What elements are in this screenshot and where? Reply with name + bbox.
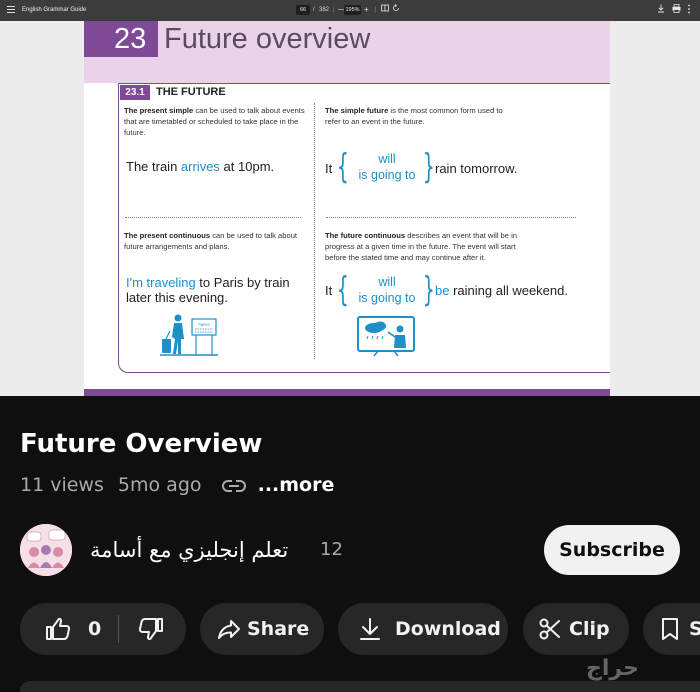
dislike-button[interactable] (120, 603, 186, 655)
rotate-icon[interactable] (392, 4, 400, 16)
row-divider-right (326, 217, 576, 218)
save-button[interactable]: S (643, 603, 700, 655)
right-brace: } (422, 147, 435, 187)
right-brace: } (422, 270, 435, 310)
section-title: THE FUTURE (156, 86, 226, 98)
chapter-number: 23 (114, 23, 147, 55)
simple-future-description: The simple future is the most common for… (325, 106, 503, 126)
simple-future-subject: It (325, 161, 333, 176)
next-page-edge (84, 389, 610, 396)
link-icon (221, 480, 246, 492)
print-icon[interactable] (672, 4, 681, 17)
present-simple-example: The train arrives at 10pm. (126, 159, 275, 174)
video-player[interactable]: English Grammar Guide 66 / 382 | — 195% … (0, 0, 700, 396)
pdf-toolbar: English Grammar Guide 66 / 382 | — 195% … (0, 0, 700, 21)
video-title: Future Overview (20, 429, 263, 459)
next-section-edge (20, 681, 700, 692)
zoom-in-button[interactable]: + (364, 4, 369, 16)
bookmark-icon (662, 618, 678, 640)
share-icon (218, 620, 240, 639)
present-simple-description: The present simple can be used to talk a… (124, 106, 305, 137)
youtube-watch-screen: English Grammar Guide 66 / 382 | — 195% … (0, 0, 700, 692)
toolbar-separator: | (375, 7, 377, 13)
future-continuous-option-1: will (378, 275, 396, 289)
channel-avatar[interactable] (20, 524, 72, 576)
download-pdf-icon[interactable] (657, 4, 665, 17)
save-label: S (689, 618, 700, 640)
page-number-input[interactable]: 66 (296, 5, 310, 15)
future-continuous-option-2: is going to (358, 291, 416, 305)
chapter-title: Future overview (164, 23, 371, 55)
more-description-button[interactable]: ...more (258, 474, 335, 496)
zoom-level-input[interactable]: 195% (344, 5, 361, 15)
fit-page-icon[interactable] (381, 4, 389, 16)
section-number: 23.1 (120, 85, 150, 100)
weather-forecast-illustration (357, 316, 415, 357)
subscribe-button[interactable]: Subscribe (544, 525, 680, 575)
like-button[interactable]: 0 (20, 603, 118, 655)
menu-icon[interactable] (7, 6, 15, 14)
upload-age: 5mo ago (117, 474, 202, 496)
toolbar-separator: | (333, 7, 335, 13)
like-divider (118, 615, 119, 643)
future-continuous-description: The future continuous describes an event… (325, 231, 518, 262)
download-label: Download (395, 618, 501, 640)
column-divider (314, 103, 315, 359)
simple-future-option-2: is going to (358, 168, 416, 182)
watermark: حراج (586, 656, 640, 681)
simple-future-option-1: will (378, 152, 396, 166)
traveler-illustration: PARIS (160, 314, 218, 356)
avatar-illustration (20, 524, 72, 576)
view-count: 11 views (20, 474, 104, 496)
clip-label: Clip (569, 618, 610, 640)
future-continuous-rest: be raining all weekend. (435, 283, 568, 298)
download-icon (360, 618, 380, 640)
share-label: Share (247, 618, 310, 640)
row-divider-left (125, 217, 301, 218)
present-continuous-description: The present continuous can be used to ta… (124, 231, 298, 251)
like-count: 0 (88, 618, 102, 640)
present-continuous-example: I'm traveling to Paris by train later th… (126, 275, 290, 305)
channel-name[interactable]: تعلم إنجليزي مع أسامة (90, 536, 288, 564)
scissors-icon (539, 618, 560, 640)
book-page: 23 Future overview 23.1 THE FUTURE The p… (84, 21, 610, 396)
channel-row: تعلم إنجليزي مع أسامة 12 Subscribe (0, 518, 700, 580)
future-continuous-subject: It (325, 283, 333, 298)
clip-button[interactable]: Clip (523, 603, 629, 655)
thumbs-up-icon (46, 617, 71, 640)
more-options-icon[interactable] (687, 4, 691, 18)
pdf-document-title: English Grammar Guide (22, 7, 87, 13)
page-total: 382 (319, 7, 330, 13)
paris-sign-text: PARIS (198, 322, 210, 327)
share-button[interactable]: Share (200, 603, 324, 655)
video-metadata[interactable]: 11 views 5mo ago ...more (20, 472, 342, 498)
like-dislike-group: 0 (20, 603, 186, 655)
download-button[interactable]: Download (338, 603, 508, 655)
page-separator: / (313, 7, 315, 13)
subscriber-count: 12 (320, 539, 343, 560)
thumbs-down-icon (138, 618, 163, 641)
simple-future-rest: rain tomorrow. (435, 161, 518, 176)
